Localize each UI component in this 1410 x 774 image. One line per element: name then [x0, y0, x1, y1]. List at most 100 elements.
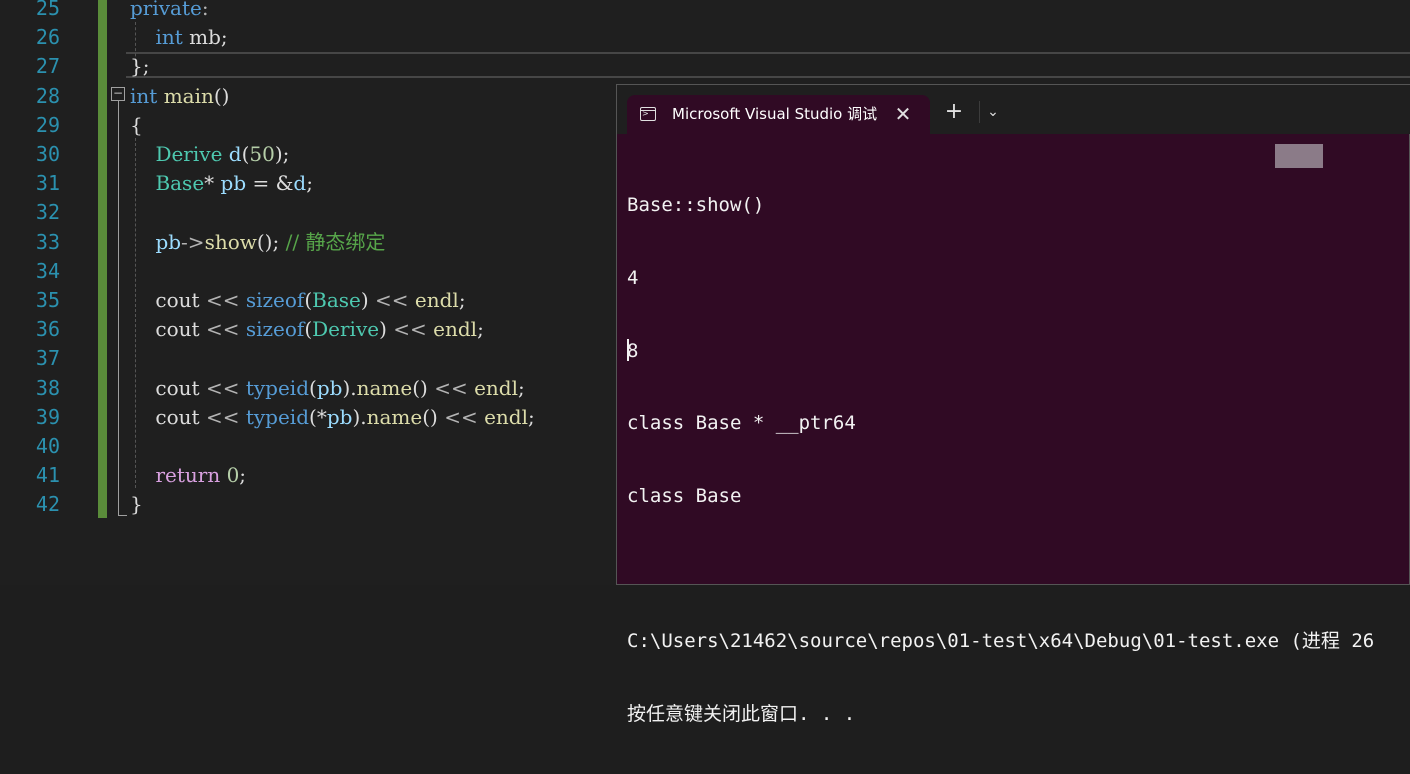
line-number: 38 — [35, 375, 60, 400]
code-token: ( — [309, 375, 317, 400]
code-token: = & — [246, 171, 294, 196]
code-token: () — [412, 375, 435, 400]
code-token: ) — [360, 288, 376, 312]
code-token: endl — [484, 404, 528, 429]
code-token: Derive — [155, 142, 223, 166]
code-token: () — [422, 404, 445, 429]
code-token: ); — [274, 142, 290, 166]
code-line[interactable]: 26 int mb; — [0, 23, 1410, 52]
code-token: ; — [527, 404, 535, 429]
code-text: cout << sizeof(Base) << endl; — [130, 286, 465, 315]
code-token: 50 — [249, 142, 275, 166]
code-token: main — [163, 83, 214, 108]
code-token: ). — [342, 375, 357, 400]
code-token: int — [155, 25, 183, 50]
code-text: pb->show(); // 静态绑定 — [130, 228, 385, 257]
code-text: } — [130, 490, 143, 519]
code-token: endl — [414, 288, 459, 312]
console-output: Base::show() 4 8 class Base * __ptr64 cl… — [627, 145, 1407, 774]
line-number: 33 — [35, 229, 60, 254]
code-token: ; — [477, 317, 484, 342]
terminal-icon — [640, 107, 656, 121]
code-token: typeid — [245, 404, 310, 429]
code-token: << — [444, 404, 478, 429]
code-text: cout << sizeof(Derive) << endl; — [130, 315, 484, 344]
code-text: cout << typeid(*pb).name() << endl; — [130, 403, 535, 432]
code-text: int mb; — [130, 23, 228, 52]
line-number: 29 — [35, 112, 60, 137]
code-text: return 0; — [130, 461, 246, 490]
code-token: ; — [306, 171, 313, 196]
line-number: 40 — [35, 434, 60, 458]
code-token: name — [356, 375, 413, 400]
line-number: 36 — [35, 317, 60, 342]
code-line[interactable]: 27}; — [0, 52, 1410, 81]
code-token: int — [130, 83, 158, 108]
debug-console-window[interactable]: Microsoft Visual Studio 调试控制台 ✕ + ⌄ Base… — [616, 84, 1410, 725]
code-token: (* — [309, 404, 327, 429]
code-token: pb — [326, 404, 353, 429]
code-token: endl — [433, 317, 478, 342]
code-token: << — [205, 375, 240, 400]
code-text: private: — [130, 0, 209, 23]
tab-debug-console[interactable]: Microsoft Visual Studio 调试控制台 ✕ — [627, 95, 930, 134]
line-number: 30 — [35, 142, 60, 166]
code-token: -> — [181, 229, 205, 254]
console-line: 8 — [627, 339, 639, 362]
code-token: cout — [130, 375, 206, 400]
code-token: sizeof — [245, 288, 305, 312]
code-token: mb; — [182, 25, 228, 50]
console-line: Base::show() — [627, 194, 765, 217]
code-token: : — [201, 0, 209, 20]
line-number: 31 — [35, 171, 60, 196]
code-token: << — [205, 288, 240, 312]
line-number: 28 — [35, 83, 60, 108]
code-text: }; — [130, 52, 149, 81]
new-tab-button[interactable]: + — [943, 101, 965, 123]
code-token: cout — [130, 288, 206, 312]
line-number: 35 — [35, 288, 60, 312]
code-token: }; — [130, 54, 150, 79]
console-line: class Base — [627, 484, 742, 507]
code-token: << — [434, 375, 468, 400]
code-token: typeid — [245, 375, 310, 400]
console-line: 4 — [627, 267, 639, 289]
code-token: ( — [304, 317, 313, 342]
code-token: // 静态绑定 — [285, 229, 386, 254]
close-icon[interactable]: ✕ — [892, 101, 914, 127]
code-line[interactable]: 25 private: — [0, 0, 1410, 23]
console-line: 按任意键关闭此窗口. . . — [627, 702, 856, 725]
line-number: 26 — [35, 25, 60, 50]
tab-title: Microsoft Visual Studio 调试控制台 — [672, 105, 877, 123]
code-token: ) — [379, 317, 394, 342]
chevron-down-icon[interactable]: ⌄ — [983, 103, 1003, 121]
code-token: private — [130, 0, 202, 20]
line-number: 37 — [35, 346, 60, 371]
code-token: cout — [130, 317, 206, 342]
code-token: Base — [312, 288, 361, 312]
line-number: 39 — [35, 404, 60, 429]
code-token: pb — [155, 229, 182, 254]
line-number: 25 — [35, 0, 60, 20]
code-token: endl — [474, 375, 518, 400]
code-token: } — [130, 492, 143, 517]
code-token: ; — [517, 375, 525, 400]
text-cursor — [627, 339, 629, 361]
code-token: << — [393, 317, 427, 342]
code-text: cout << typeid(pb).name() << endl; — [130, 374, 525, 403]
code-token: pb — [220, 171, 247, 196]
code-token: ). — [352, 404, 367, 429]
code-token: * — [204, 171, 221, 196]
code-token: return — [155, 463, 221, 488]
code-token: Derive — [312, 317, 380, 342]
code-text: { — [130, 111, 143, 140]
code-token: cout — [130, 404, 206, 429]
code-token: sizeof — [245, 317, 305, 342]
code-token: ( — [304, 288, 313, 312]
code-token: 0 — [226, 463, 240, 488]
code-token: show — [204, 229, 257, 254]
terminal-tab-bar: Microsoft Visual Studio 调试控制台 ✕ + ⌄ — [617, 85, 1410, 134]
